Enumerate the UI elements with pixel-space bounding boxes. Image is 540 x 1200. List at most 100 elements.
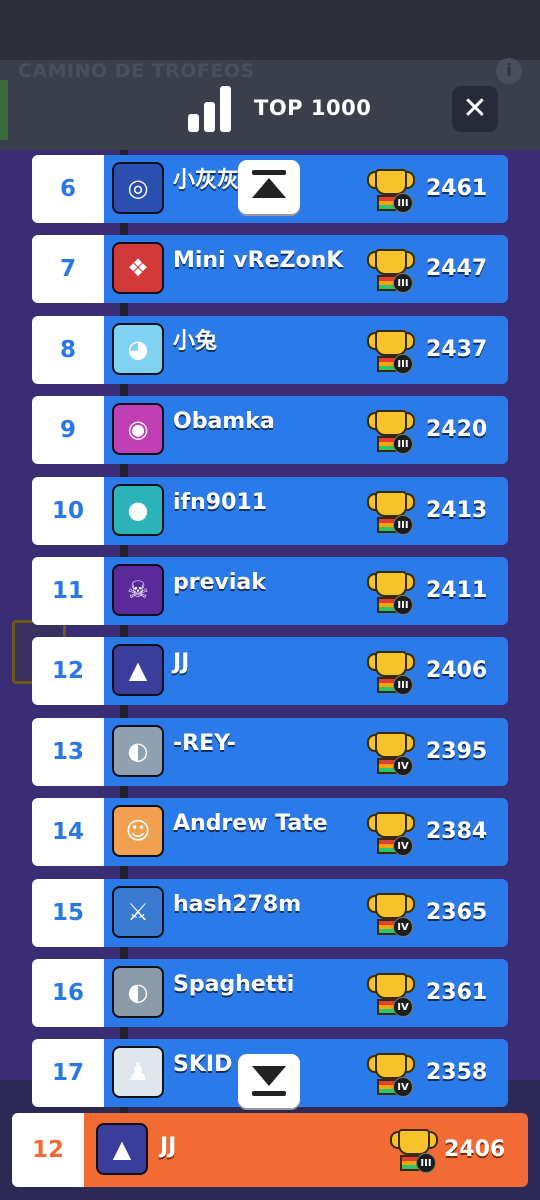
- leaderboard-title: TOP 1000: [254, 96, 372, 120]
- player-name: ifn9011: [173, 490, 268, 515]
- tier-badge: IV: [393, 1077, 413, 1097]
- own-avatar: ▲: [96, 1123, 148, 1175]
- player-avatar: ◐: [112, 966, 164, 1018]
- row-body: ▲ JJ III 2406: [104, 637, 508, 705]
- trophy-count: 2461: [426, 176, 488, 201]
- row-rank: 13: [32, 718, 104, 786]
- tier-badge: IV: [393, 756, 413, 776]
- row-rank: 10: [32, 477, 104, 545]
- player-name: 小兔: [173, 329, 218, 354]
- trophy-count: 2395: [426, 739, 488, 764]
- leaderboard-row[interactable]: 10 ● ifn9011 III 2413: [32, 477, 508, 545]
- row-rank: 8: [32, 316, 104, 384]
- player-avatar: ♟: [112, 1046, 164, 1098]
- background-title: CAMINO DE TROFEOS: [18, 60, 255, 82]
- tier-badge: III: [393, 273, 413, 293]
- trophy-icon: III: [367, 326, 415, 376]
- trophy-icon: III: [367, 567, 415, 617]
- close-icon[interactable]: ✕: [452, 86, 498, 132]
- scroll-to-bottom-icon: [252, 1066, 286, 1086]
- trophy-count: 2411: [426, 578, 488, 603]
- row-rank: 7: [32, 235, 104, 303]
- player-name: Spaghetti: [173, 972, 295, 997]
- player-name: -REY-: [173, 731, 236, 756]
- tier-badge: III: [393, 675, 413, 695]
- row-body: ♟ SKID IV 2358: [104, 1039, 508, 1107]
- row-rank: 6: [32, 155, 104, 223]
- trophy-icon: IV: [367, 808, 415, 858]
- avatar-glyph: ◐: [127, 978, 149, 1006]
- player-avatar: ☺: [112, 805, 164, 857]
- trophy-icon: III: [367, 165, 415, 215]
- row-rank: 12: [32, 637, 104, 705]
- avatar-glyph: ☺: [125, 817, 151, 845]
- trophy-count: 2406: [426, 658, 488, 683]
- trophy-count: 2358: [426, 1060, 488, 1085]
- avatar-glyph: ▲: [112, 1135, 132, 1163]
- leaderboard-row[interactable]: 15 ⚔ hash278m IV 2365: [32, 879, 508, 947]
- player-avatar: ◉: [112, 403, 164, 455]
- row-rank: 11: [32, 557, 104, 625]
- leaderboard-row[interactable]: 7 ❖ Mini vReZonK III 2447: [32, 235, 508, 303]
- leaderboard-row[interactable]: 14 ☺ Andrew Tate IV 2384: [32, 798, 508, 866]
- avatar-glyph: ◕: [127, 335, 149, 363]
- trophy-count: 2413: [426, 498, 488, 523]
- own-trophy-count: 2406: [444, 1137, 506, 1162]
- row-body: ⚔ hash278m IV 2365: [104, 879, 508, 947]
- player-name: Mini vReZonK: [173, 248, 344, 273]
- leaderboard-row[interactable]: 8 ◕ 小兔 III 2437: [32, 316, 508, 384]
- row-rank: 17: [32, 1039, 104, 1107]
- leaderboard-row[interactable]: 13 ◐ -REY- IV 2395: [32, 718, 508, 786]
- tier-badge: IV: [393, 917, 413, 937]
- row-rank: 14: [32, 798, 104, 866]
- avatar-glyph: ⚔: [127, 898, 149, 926]
- tier-badge: III: [393, 515, 413, 535]
- leaderboard-row[interactable]: 16 ◐ Spaghetti IV 2361: [32, 959, 508, 1027]
- leaderboard-row[interactable]: 9 ◉ Obamka III 2420: [32, 396, 508, 464]
- leaderboard-bars-icon: [188, 86, 234, 132]
- row-rank: 9: [32, 396, 104, 464]
- tier-badge: III: [393, 354, 413, 374]
- scroll-to-top-icon: [252, 178, 286, 198]
- player-avatar: ▲: [112, 644, 164, 696]
- player-avatar: ⚔: [112, 886, 164, 938]
- player-avatar: ☠: [112, 564, 164, 616]
- player-name: JJ: [173, 650, 190, 675]
- trophy-count: 2384: [426, 819, 488, 844]
- scroll-to-top-button[interactable]: [238, 160, 300, 214]
- player-name: SKID: [173, 1052, 233, 1077]
- player-name: Obamka: [173, 409, 275, 434]
- row-body: ☠ previak III 2411: [104, 557, 508, 625]
- avatar-glyph: ☠: [127, 576, 149, 604]
- top-line-icon: [252, 170, 286, 175]
- row-body: ❖ Mini vReZonK III 2447: [104, 235, 508, 303]
- own-player-row[interactable]: 12 ▲ JJ III 2406: [12, 1113, 528, 1187]
- row-body: ◉ Obamka III 2420: [104, 396, 508, 464]
- player-name: hash278m: [173, 892, 302, 917]
- player-name: Andrew Tate: [173, 811, 328, 836]
- row-body: ◐ -REY- IV 2395: [104, 718, 508, 786]
- avatar-glyph: ◎: [127, 174, 149, 202]
- avatar-glyph: ◉: [127, 415, 149, 443]
- trophy-count: 2361: [426, 980, 488, 1005]
- avatar-glyph: ▲: [128, 656, 148, 684]
- player-avatar: ◕: [112, 323, 164, 375]
- row-body: ◕ 小兔 III 2437: [104, 316, 508, 384]
- trophy-count: 2437: [426, 337, 488, 362]
- trophy-count: 2447: [426, 256, 488, 281]
- leaderboard-row[interactable]: 12 ▲ JJ III 2406: [32, 637, 508, 705]
- tier-badge: III: [393, 193, 413, 213]
- player-avatar: ◎: [112, 162, 164, 214]
- player-name: previak: [173, 570, 266, 595]
- avatar-glyph: ❖: [127, 254, 149, 282]
- trophy-icon: IV: [367, 889, 415, 939]
- leaderboard-row[interactable]: 11 ☠ previak III 2411: [32, 557, 508, 625]
- trophy-count: 2420: [426, 417, 488, 442]
- trophy-icon: IV: [367, 1049, 415, 1099]
- background-road: [0, 0, 540, 60]
- trophy-icon: III: [367, 406, 415, 456]
- player-avatar: ◐: [112, 725, 164, 777]
- tier-badge: III: [393, 595, 413, 615]
- bottom-line-icon: [252, 1091, 286, 1096]
- scroll-to-bottom-button[interactable]: [238, 1054, 300, 1108]
